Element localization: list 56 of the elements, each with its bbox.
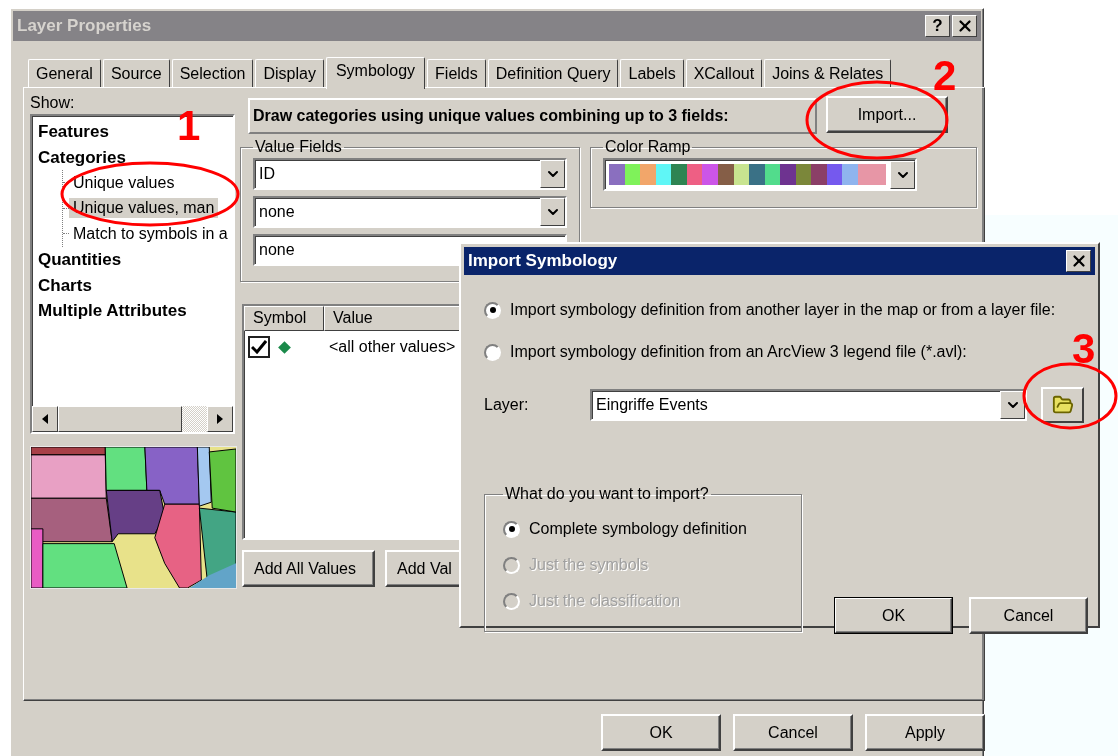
- layer-dropdown[interactable]: Eingriffe Events: [590, 389, 1027, 421]
- tree-item[interactable]: Charts: [38, 272, 92, 298]
- dialog-button[interactable]: Cancel: [733, 714, 853, 751]
- dialog-button[interactable]: OK: [601, 714, 721, 751]
- field-dropdown[interactable]: ID: [253, 158, 567, 190]
- open-folder-button[interactable]: [1041, 387, 1084, 423]
- tree-item[interactable]: Quantities: [38, 247, 122, 272]
- tab[interactable]: XCallout: [685, 59, 763, 87]
- tree-item[interactable]: Unique values: [69, 172, 179, 193]
- dialog-button[interactable]: Cancel: [969, 597, 1088, 634]
- folder-icon: [1051, 394, 1074, 416]
- right-arrow-icon[interactable]: [217, 414, 223, 424]
- column-header[interactable]: Symbol: [244, 306, 324, 331]
- radio-label: Complete symbology definition: [529, 520, 747, 538]
- description-text: Draw categories using unique values combining up to 3 fields:: [248, 98, 817, 134]
- group-title: Color Ramp: [604, 138, 692, 156]
- tree-item[interactable]: Multiple Attributes: [38, 298, 187, 323]
- radio-button[interactable]: [484, 343, 501, 361]
- show-label: Show:: [30, 94, 76, 112]
- tab[interactable]: Selection: [171, 59, 254, 87]
- window-title: Layer Properties: [17, 16, 153, 36]
- import-button[interactable]: Import...: [826, 96, 948, 133]
- value-cell: <all other values>: [329, 338, 456, 356]
- tab[interactable]: Display: [255, 59, 324, 87]
- add-values-button[interactable]: Add All Values: [242, 550, 375, 587]
- tree-item[interactable]: Features: [38, 119, 109, 144]
- scrollbar-track[interactable]: [182, 406, 207, 432]
- tab[interactable]: General: [28, 59, 101, 87]
- dialog-button[interactable]: OK: [834, 597, 953, 634]
- tab[interactable]: Symbology: [325, 57, 426, 89]
- tree-item[interactable]: Categories: [38, 144, 126, 170]
- radio-button[interactable]: [484, 301, 501, 319]
- left-arrow-icon[interactable]: [42, 414, 48, 424]
- layer-label: Layer:: [484, 396, 530, 414]
- checkbox[interactable]: [248, 336, 270, 358]
- dialog-button[interactable]: Apply: [865, 714, 985, 751]
- group-title: What do you want to import?: [504, 485, 710, 503]
- tab[interactable]: Source: [102, 59, 170, 87]
- tab[interactable]: Joins & Relates: [764, 59, 892, 87]
- annotation-number: 3: [1072, 328, 1096, 370]
- radio-button[interactable]: [503, 520, 520, 538]
- scrollbar-thumb[interactable]: [58, 406, 182, 432]
- field-dropdown[interactable]: none: [253, 196, 567, 228]
- tab[interactable]: Fields: [427, 59, 486, 87]
- close-button[interactable]: [1066, 250, 1091, 272]
- annotation-number: 2: [933, 55, 957, 97]
- help-button[interactable]: ?: [925, 15, 950, 37]
- tab[interactable]: Definition Query: [487, 59, 619, 87]
- annotation-number: 1: [177, 105, 201, 147]
- close-button[interactable]: [952, 15, 977, 37]
- horizontal-scrollbar[interactable]: [32, 406, 233, 432]
- radio-label: Import symbology definition from an ArcView 3 legend file (*.avl):: [510, 343, 967, 361]
- tab[interactable]: Labels: [620, 59, 684, 87]
- group-title: Value Fields: [254, 138, 343, 156]
- tree-item[interactable]: Match to symbols in a: [69, 223, 232, 244]
- color-ramp-dropdown[interactable]: [603, 158, 917, 191]
